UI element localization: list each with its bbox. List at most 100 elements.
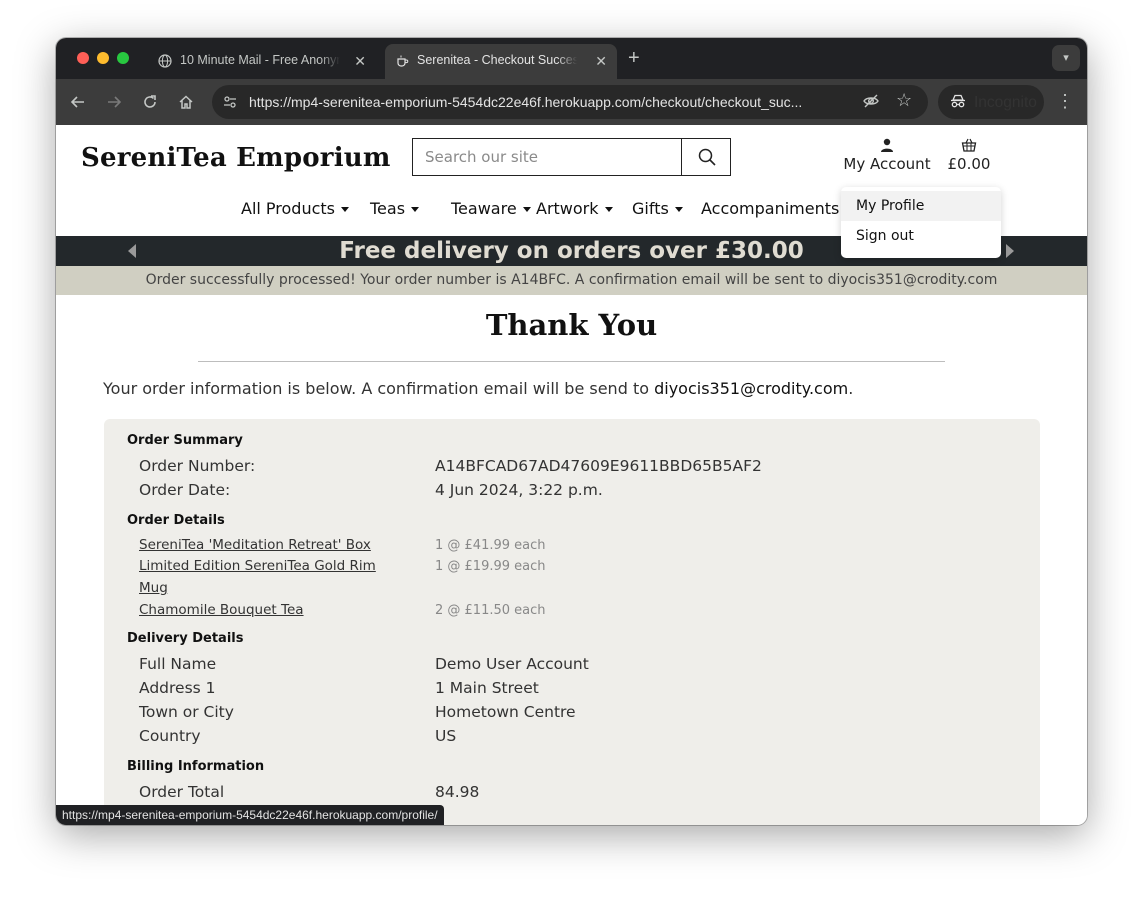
delivery-label: Country	[139, 727, 201, 745]
tab-10-minute-mail[interactable]: 10 Minute Mail - Free Anonymous Temporar…	[148, 44, 376, 79]
site-search	[412, 138, 731, 176]
teacup-icon	[395, 54, 409, 68]
my-account-label: My Account	[843, 155, 931, 173]
web-page: SereniTea Emporium My Account £0.00 All …	[56, 125, 1087, 825]
site-settings-icon[interactable]	[222, 94, 238, 110]
incognito-badge[interactable]: Incognito	[938, 85, 1044, 119]
link-status-bar: https://mp4-serenitea-emporium-5454dc22e…	[56, 805, 444, 825]
search-button[interactable]	[681, 138, 731, 176]
tab-search-button[interactable]: ▾	[1052, 45, 1080, 71]
nav-label: All Products	[241, 199, 336, 218]
delivery-value: 1 Main Street	[435, 679, 539, 697]
nav-accompaniments[interactable]: Accompaniments	[701, 199, 839, 218]
chevron-down-icon: ▾	[1063, 52, 1069, 64]
close-tab-icon[interactable]: ✕	[595, 53, 607, 69]
intro-end: .	[848, 379, 854, 398]
incognito-label: Incognito	[974, 94, 1037, 111]
nav-gifts[interactable]: Gifts	[632, 199, 683, 218]
tab-strip: 10 Minute Mail - Free Anonymous Temporar…	[56, 38, 1087, 79]
arrow-left-icon	[70, 96, 84, 108]
product-qty: 2 @ £11.50 each	[435, 603, 546, 618]
nav-artwork[interactable]: Artwork	[536, 199, 613, 218]
order-number-label: Order Number:	[139, 457, 256, 475]
incognito-icon	[950, 94, 966, 111]
delivery-label: Full Name	[139, 655, 217, 673]
delivery-label: Town or City	[139, 703, 234, 721]
order-date-label: Order Date:	[139, 481, 231, 499]
order-success-message: Order successfully processed! Your order…	[56, 266, 1087, 295]
arrow-right-icon	[108, 96, 122, 108]
home-icon	[179, 95, 193, 109]
caret-down-icon	[411, 207, 420, 212]
carousel-next-icon[interactable]	[1006, 244, 1014, 258]
order-total-label: Order Total	[139, 783, 225, 801]
caret-down-icon	[522, 207, 531, 212]
caret-down-icon	[674, 207, 683, 212]
order-summary-heading: Order Summary	[127, 433, 243, 448]
product-qty: 1 @ £41.99 each	[435, 538, 546, 553]
tab-title: 10 Minute Mail - Free Anonymous Temporar…	[180, 53, 340, 67]
nav-label: Accompaniments	[701, 199, 840, 218]
delivery-value: Demo User Account	[435, 655, 589, 673]
delivery-details-heading: Delivery Details	[127, 631, 244, 646]
forward-button[interactable]	[103, 91, 125, 113]
product-qty: 1 @ £19.99 each	[435, 559, 546, 574]
minimize-window-button[interactable]	[97, 52, 109, 64]
new-tab-button[interactable]: +	[628, 48, 640, 68]
browser-menu-button[interactable]: ⋮	[1056, 91, 1074, 111]
nav-all-products[interactable]: All Products	[241, 199, 350, 218]
back-button[interactable]	[67, 91, 89, 113]
my-profile-link[interactable]: My Profile	[841, 191, 1001, 221]
basket-icon	[961, 138, 977, 152]
billing-info-heading: Billing Information	[127, 759, 265, 774]
delivery-value: US	[435, 727, 457, 745]
close-window-button[interactable]	[77, 52, 89, 64]
nav-label: Teas	[370, 199, 406, 218]
browser-toolbar: https://mp4-serenitea-emporium-5454dc22e…	[56, 79, 1087, 125]
nav-teas[interactable]: Teas	[370, 199, 420, 218]
nav-label: Artwork	[536, 199, 599, 218]
sign-out-link[interactable]: Sign out	[841, 221, 1001, 251]
page-title: Thank You	[485, 308, 658, 342]
order-intro: Your order information is below. A confi…	[103, 379, 853, 398]
order-info-card: Order Summary Order Number: A14BFCAD67AD…	[104, 419, 1040, 825]
reload-button[interactable]	[139, 91, 161, 113]
browser-window: 10 Minute Mail - Free Anonymous Temporar…	[56, 38, 1087, 825]
basket-link[interactable]: £0.00	[944, 137, 994, 173]
search-icon	[698, 148, 716, 166]
intro-text: Your order information is below. A confi…	[103, 379, 655, 398]
nav-teaware[interactable]: Teaware	[451, 199, 531, 218]
order-details-heading: Order Details	[127, 513, 225, 528]
globe-icon	[158, 54, 172, 68]
url-text[interactable]: https://mp4-serenitea-emporium-5454dc22e…	[249, 94, 859, 110]
delivery-value: Hometown Centre	[435, 703, 576, 721]
nav-label: Teaware	[451, 199, 517, 218]
caret-down-icon	[341, 207, 350, 212]
order-total-value: 84.98	[435, 783, 480, 801]
reload-icon	[144, 95, 156, 108]
order-number-value: A14BFCAD67AD47609E9611BBD65B5AF2	[435, 457, 762, 475]
eye-slash-icon[interactable]	[862, 92, 880, 113]
user-icon	[881, 138, 893, 152]
product-link[interactable]: Limited Edition SereniTea Gold Rim Mug	[139, 555, 399, 599]
delivery-label: Address 1	[139, 679, 216, 697]
account-dropdown: My Profile Sign out	[841, 187, 1001, 258]
my-account-link[interactable]: My Account	[839, 137, 935, 173]
search-input[interactable]	[413, 139, 681, 175]
nav-label: Gifts	[632, 199, 669, 218]
site-logo[interactable]: SereniTea Emporium	[81, 143, 391, 173]
order-date-value: 4 Jun 2024, 3:22 p.m.	[435, 481, 603, 499]
intro-email: diyocis351@crodity.com	[654, 379, 849, 398]
tab-title: Serenitea - Checkout Success	[417, 53, 577, 67]
product-link[interactable]: Chamomile Bouquet Tea	[139, 599, 399, 621]
bookmark-star-icon[interactable]: ☆	[896, 90, 912, 111]
more-vertical-icon: ⋮	[1056, 91, 1074, 111]
tab-serenitea-checkout[interactable]: Serenitea - Checkout Success ✕	[385, 44, 617, 79]
close-tab-icon[interactable]: ✕	[354, 53, 366, 69]
product-link[interactable]: SereniTea 'Meditation Retreat' Box	[139, 534, 399, 556]
maximize-window-button[interactable]	[117, 52, 129, 64]
caret-down-icon	[604, 207, 613, 212]
home-button[interactable]	[175, 91, 197, 113]
address-bar[interactable]: https://mp4-serenitea-emporium-5454dc22e…	[212, 85, 928, 119]
divider	[198, 361, 945, 362]
